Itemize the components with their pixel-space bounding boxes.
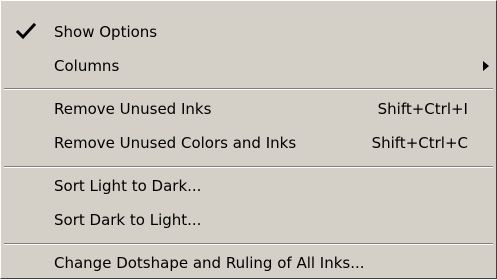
- menu-item-remove-unused-colors-and-inks[interactable]: Remove Unused Colors and Inks Shift+Ctrl…: [3, 126, 494, 160]
- menu-separator: [4, 166, 493, 168]
- menu-item-columns[interactable]: Columns: [3, 49, 494, 83]
- menu-item-shortcut: Shift+Ctrl+I: [377, 100, 468, 118]
- menu-item-label: Show Options: [54, 23, 158, 41]
- menu-item-label: Remove Unused Colors and Inks: [54, 134, 297, 152]
- menu-item-label: Columns: [54, 57, 120, 75]
- menu-item-sort-light-to-dark[interactable]: Sort Light to Dark...: [3, 169, 494, 203]
- context-menu: Show Options Columns Remove Unused Inks …: [0, 0, 497, 279]
- menu-item-label: Sort Light to Dark...: [54, 177, 202, 195]
- menu-item-label: Remove Unused Inks: [54, 100, 212, 118]
- menu-separator: [4, 88, 493, 90]
- menu-item-change-dotshape-and-ruling[interactable]: Change Dotshape and Ruling of All Inks..…: [3, 246, 494, 280]
- menu-item-label: Change Dotshape and Ruling of All Inks..…: [54, 254, 365, 272]
- menu-item-sort-dark-to-light[interactable]: Sort Dark to Light...: [3, 203, 494, 237]
- submenu-arrow-icon: [483, 61, 489, 71]
- menu-item-label: Sort Dark to Light...: [54, 211, 202, 229]
- menu-item-shortcut: Shift+Ctrl+C: [371, 134, 468, 152]
- checkmark-icon: [15, 22, 37, 40]
- menu-item-show-options[interactable]: Show Options: [3, 15, 494, 49]
- menu-separator: [4, 243, 493, 245]
- menu-item-remove-unused-inks[interactable]: Remove Unused Inks Shift+Ctrl+I: [3, 92, 494, 126]
